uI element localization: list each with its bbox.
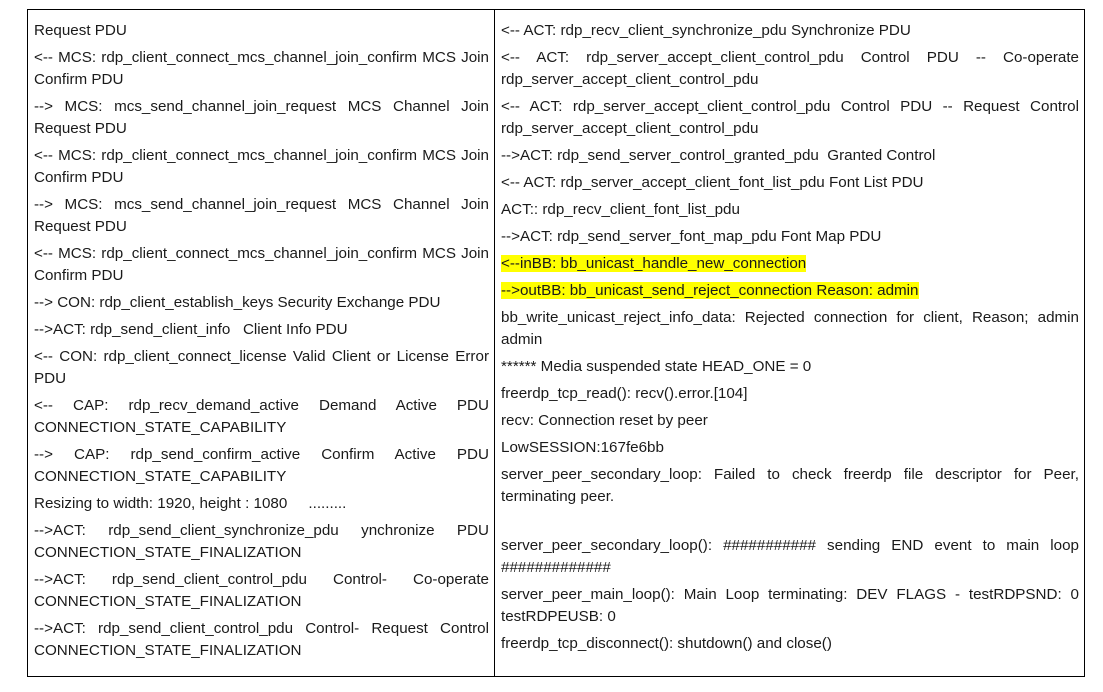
blank-spacer <box>501 513 1079 535</box>
server-log-column: <-- ACT: rdp_recv_client_synchronize_pdu… <box>495 10 1084 676</box>
log-line: <-- MCS: rdp_client_connect_mcs_channel_… <box>34 49 489 88</box>
log-line: freerdp_tcp_read(): recv().error.[104] <box>501 385 748 402</box>
log-line: freerdp_tcp_disconnect(): shutdown() and… <box>501 635 832 652</box>
log-line: Resizing to width: 1920, height : 1080 .… <box>34 495 347 512</box>
log-line: LowSESSION:167fe6bb <box>501 439 664 456</box>
log-comparison-table: Request PDU <-- MCS: rdp_client_connect_… <box>27 9 1085 677</box>
log-line: <-- CON: rdp_client_connect_license Vali… <box>34 348 489 387</box>
log-line: recv: Connection reset by peer <box>501 412 708 429</box>
log-line: -->ACT: rdp_send_client_control_pdu Cont… <box>34 620 489 659</box>
log-line: -->ACT: rdp_send_client_control_pdu Cont… <box>34 571 489 610</box>
log-line: Request PDU <box>34 22 127 39</box>
log-line: -->ACT: rdp_send_client_info Client Info… <box>34 321 348 338</box>
log-line: --> CON: rdp_client_establish_keys Secur… <box>34 294 441 311</box>
client-log-column: Request PDU <-- MCS: rdp_client_connect_… <box>28 10 495 676</box>
highlight-marker: -->outBB: bb_unicast_send_reject_connect… <box>501 282 919 299</box>
highlighted-log-line: <--inBB: bb_unicast_handle_new_connectio… <box>501 253 1079 275</box>
highlighted-log-line: -->outBB: bb_unicast_send_reject_connect… <box>501 280 1079 302</box>
log-line: -->ACT: rdp_send_server_font_map_pdu Fon… <box>501 228 882 245</box>
log-line: -->ACT: rdp_send_server_control_granted_… <box>501 147 936 164</box>
log-line: server_peer_main_loop(): Main Loop termi… <box>501 586 1079 625</box>
log-line: server_peer_secondary_loop(): ##########… <box>501 537 1079 576</box>
log-line: <-- ACT: rdp_server_accept_client_contro… <box>501 49 1079 88</box>
log-line: --> MCS: mcs_send_channel_join_request M… <box>34 98 489 137</box>
log-line: <-- ACT: rdp_server_accept_client_contro… <box>501 98 1079 137</box>
log-line: <-- MCS: rdp_client_connect_mcs_channel_… <box>34 245 489 284</box>
log-line: --> MCS: mcs_send_channel_join_request M… <box>34 196 489 235</box>
log-line: <-- CAP: rdp_recv_demand_active Demand A… <box>34 397 489 436</box>
log-line: server_peer_secondary_loop: Failed to ch… <box>501 466 1079 505</box>
log-line: <-- MCS: rdp_client_connect_mcs_channel_… <box>34 147 489 186</box>
log-line: <-- ACT: rdp_recv_client_synchronize_pdu… <box>501 22 911 39</box>
log-line: --> CAP: rdp_send_confirm_active Confirm… <box>34 446 489 485</box>
highlight-marker: <--inBB: bb_unicast_handle_new_connectio… <box>501 255 807 272</box>
log-line: <-- ACT: rdp_server_accept_client_font_l… <box>501 174 924 191</box>
log-line: -->ACT: rdp_send_client_synchronize_pdu … <box>34 522 489 561</box>
log-line: ****** Media suspended state HEAD_ONE = … <box>501 358 812 375</box>
log-line: ACT:: rdp_recv_client_font_list_pdu <box>501 201 740 218</box>
log-line: bb_write_unicast_reject_info_data: Rejec… <box>501 309 1079 348</box>
